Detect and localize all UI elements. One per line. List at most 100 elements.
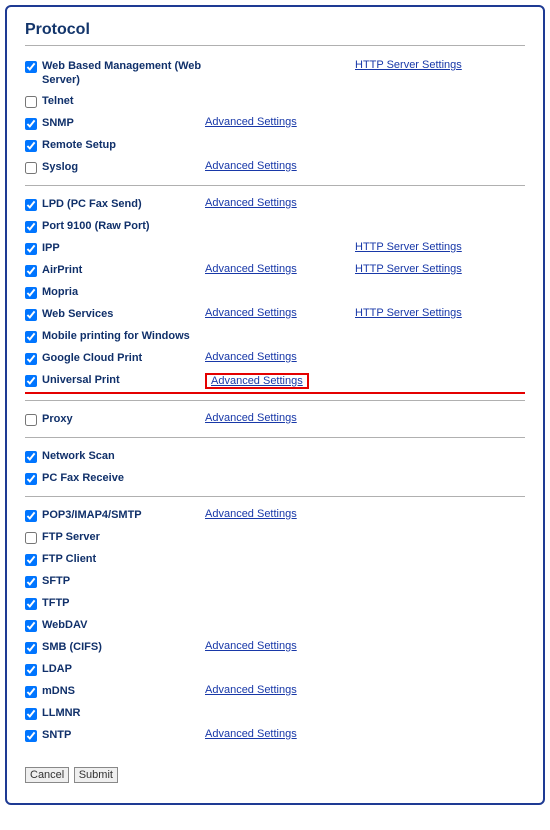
protocol-checkbox[interactable] (25, 664, 37, 676)
advanced-settings-link[interactable]: Advanced Settings (205, 728, 297, 740)
protocol-row: SNMPAdvanced Settings (25, 113, 525, 135)
protocol-label-col: Telnet (25, 94, 205, 108)
protocol-label: PC Fax Receive (42, 471, 124, 485)
protocol-label: Port 9100 (Raw Port) (42, 219, 150, 233)
advanced-col: Advanced Settings (205, 197, 355, 209)
protocol-label-col: TFTP (25, 596, 205, 610)
cancel-button[interactable]: Cancel (25, 767, 69, 783)
protocol-row: AirPrintAdvanced Settings HTTP Server Set… (25, 260, 525, 282)
protocol-row: mDNSAdvanced Settings (25, 681, 525, 703)
protocol-row: LDAP (25, 659, 525, 681)
protocol-checkbox[interactable] (25, 414, 37, 426)
http-server-settings-link[interactable]: HTTP Server Settings (355, 241, 462, 253)
protocol-label-col: Remote Setup (25, 138, 205, 152)
protocol-row: SNTPAdvanced Settings (25, 725, 525, 747)
protocol-label-col: Web Services (25, 307, 205, 321)
protocol-checkbox[interactable] (25, 686, 37, 698)
protocol-group: Web Based Management (Web Server) HTTP Se… (25, 56, 525, 186)
protocol-checkbox[interactable] (25, 331, 37, 343)
protocol-checkbox[interactable] (25, 451, 37, 463)
protocol-row: LPD (PC Fax Send) Advanced Settings (25, 194, 525, 216)
advanced-settings-link[interactable]: Advanced Settings (205, 640, 297, 652)
protocol-label-col: Mobile printing for Windows (25, 329, 205, 343)
protocol-checkbox[interactable] (25, 708, 37, 720)
protocol-label: IPP (42, 241, 60, 255)
protocol-row: Remote Setup (25, 135, 525, 157)
protocol-label-col: SNMP (25, 116, 205, 130)
advanced-col: Advanced Settings (205, 684, 355, 696)
http-col: HTTP Server Settings (355, 263, 462, 275)
advanced-settings-link[interactable]: Advanced Settings (205, 508, 297, 520)
protocol-checkbox[interactable] (25, 642, 37, 654)
advanced-settings-link[interactable]: Advanced Settings (205, 351, 297, 363)
protocol-checkbox[interactable] (25, 162, 37, 174)
http-server-settings-link[interactable]: HTTP Server Settings (355, 307, 462, 319)
protocol-row: SMB (CIFS) Advanced Settings (25, 637, 525, 659)
advanced-col: Advanced Settings (205, 263, 355, 275)
protocol-label-col: Proxy (25, 412, 205, 426)
page-title: Protocol (25, 21, 525, 39)
advanced-col: Advanced Settings (205, 307, 355, 319)
protocol-checkbox[interactable] (25, 221, 37, 233)
http-col: HTTP Server Settings (355, 241, 462, 253)
advanced-col: Advanced Settings (205, 728, 355, 740)
http-server-settings-link[interactable]: HTTP Server Settings (355, 263, 462, 275)
protocol-checkbox[interactable] (25, 576, 37, 588)
protocol-checkbox[interactable] (25, 118, 37, 130)
advanced-settings-link[interactable]: Advanced Settings (211, 375, 303, 387)
http-server-settings-link[interactable]: HTTP Server Settings (355, 59, 462, 71)
protocol-label: LLMNR (42, 706, 81, 720)
protocol-checkbox[interactable] (25, 353, 37, 365)
protocol-checkbox[interactable] (25, 199, 37, 211)
submit-button[interactable]: Submit (74, 767, 118, 783)
protocol-list: Web Based Management (Web Server) HTTP Se… (25, 56, 525, 753)
protocol-label-col: Syslog (25, 160, 205, 174)
protocol-label: SFTP (42, 574, 70, 588)
protocol-label: POP3/IMAP4/SMTP (42, 508, 142, 522)
protocol-label: Google Cloud Print (42, 351, 142, 365)
protocol-checkbox[interactable] (25, 554, 37, 566)
protocol-checkbox[interactable] (25, 96, 37, 108)
protocol-row: Mopria (25, 282, 525, 304)
protocol-label: Web Based Management (Web Server) (42, 59, 205, 88)
protocol-checkbox[interactable] (25, 61, 37, 73)
protocol-label: SMB (CIFS) (42, 640, 102, 654)
protocol-label-col: Port 9100 (Raw Port) (25, 219, 205, 233)
advanced-settings-link[interactable]: Advanced Settings (205, 197, 297, 209)
protocol-checkbox[interactable] (25, 243, 37, 255)
protocol-checkbox[interactable] (25, 730, 37, 742)
protocol-label-col: LLMNR (25, 706, 205, 720)
protocol-row: FTP Client (25, 549, 525, 571)
protocol-label-col: SMB (CIFS) (25, 640, 205, 654)
advanced-col: Advanced Settings (205, 351, 355, 363)
protocol-label-col: FTP Server (25, 530, 205, 544)
protocol-row: Port 9100 (Raw Port) (25, 216, 525, 238)
advanced-settings-link[interactable]: Advanced Settings (205, 412, 297, 424)
protocol-checkbox[interactable] (25, 598, 37, 610)
protocol-checkbox[interactable] (25, 140, 37, 152)
advanced-settings-link[interactable]: Advanced Settings (205, 263, 297, 275)
protocol-row: TFTP (25, 593, 525, 615)
protocol-label: FTP Server (42, 530, 100, 544)
protocol-checkbox[interactable] (25, 532, 37, 544)
protocol-label: LPD (PC Fax Send) (42, 197, 142, 211)
protocol-checkbox[interactable] (25, 287, 37, 299)
advanced-settings-link[interactable]: Advanced Settings (205, 684, 297, 696)
advanced-settings-link[interactable]: Advanced Settings (205, 116, 297, 128)
protocol-checkbox[interactable] (25, 473, 37, 485)
protocol-checkbox[interactable] (25, 265, 37, 277)
protocol-label-col: FTP Client (25, 552, 205, 566)
advanced-settings-link[interactable]: Advanced Settings (205, 307, 297, 319)
protocol-checkbox[interactable] (25, 375, 37, 387)
advanced-settings-link[interactable]: Advanced Settings (205, 160, 297, 172)
protocol-label-col: AirPrint (25, 263, 205, 277)
protocol-checkbox[interactable] (25, 309, 37, 321)
protocol-label-col: WebDAV (25, 618, 205, 632)
advanced-col: Advanced Settings (205, 640, 355, 652)
protocol-checkbox[interactable] (25, 510, 37, 522)
protocol-label-col: IPP (25, 241, 205, 255)
protocol-label-col: Network Scan (25, 449, 205, 463)
protocol-checkbox[interactable] (25, 620, 37, 632)
protocol-label: Universal Print (42, 373, 120, 387)
protocol-label-col: Universal Print (25, 373, 205, 387)
